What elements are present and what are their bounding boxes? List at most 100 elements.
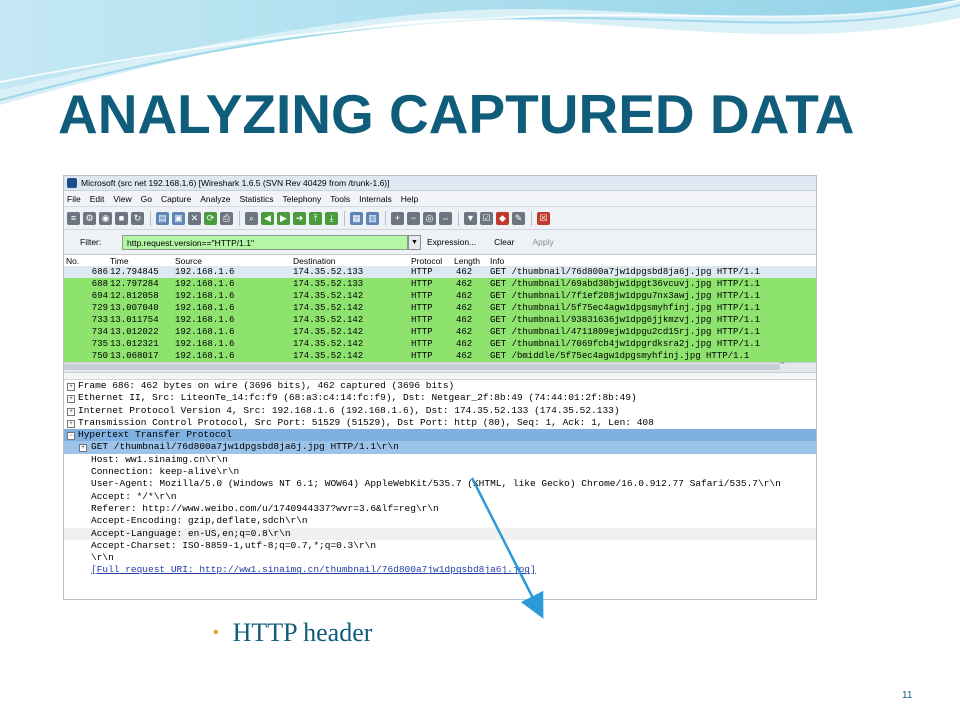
display-filters-icon[interactable]: ☑ — [480, 211, 493, 225]
menu-edit[interactable]: Edit — [90, 194, 105, 204]
filter-dropdown-icon[interactable]: ▼ — [408, 234, 421, 250]
detail-subitem[interactable]: Referer: http://www.weibo.com/u/17409443… — [64, 503, 816, 515]
packet-source: 192.168.1.6 — [175, 291, 235, 301]
detail-subitem[interactable]: + GET /thumbnail/76d800a7jw1dpgsbd8ja6j.j… — [64, 441, 816, 454]
clear-button[interactable]: Clear — [494, 237, 514, 247]
packet-info: GET /thumbnail/4711809ejw1dpgu2cd15rj.jp… — [490, 327, 761, 337]
go-back-icon[interactable]: ◀ — [261, 211, 274, 225]
detail-text: Connection: keep-alive\r\n — [91, 466, 240, 478]
expand-icon[interactable]: + — [67, 383, 75, 391]
scrollbar-thumb[interactable] — [64, 364, 780, 370]
menu-capture[interactable]: Capture — [161, 194, 191, 204]
display-filter-input[interactable]: http.request.version=="HTTP/1.1" — [122, 234, 408, 250]
packet-row[interactable]: 734 13.012022 192.168.1.6 174.35.52.142 HTTP… — [64, 326, 816, 338]
packet-list-hscrollbar[interactable]: ''' — [64, 361, 816, 373]
detail-subitem[interactable]: Connection: keep-alive\r\n — [64, 466, 816, 478]
packet-destination: 174.35.52.142 — [293, 303, 364, 313]
scrollbar-grip-icon: ''' — [780, 361, 785, 370]
packet-row[interactable]: 688 12.797284 192.168.1.6 174.35.52.133 HTTP… — [64, 278, 816, 290]
menu-view[interactable]: View — [113, 194, 131, 204]
resize-columns-icon[interactable]: ⇔ — [439, 211, 452, 225]
go-first-icon[interactable]: ⤒ — [309, 211, 322, 225]
packet-destination: 174.35.52.133 — [293, 267, 364, 277]
restart-capture-icon[interactable]: ↻ — [131, 211, 144, 225]
packet-details-tree: + Frame 686: 462 bytes on wire (3696 bits… — [64, 380, 816, 577]
packet-row[interactable]: 686 12.794845 192.168.1.6 174.35.52.133 HTTP… — [64, 266, 816, 278]
detail-subitem[interactable]: Accept: */*\r\n — [64, 491, 816, 503]
detail-subitem[interactable]: User-Agent: Mozilla/5.0 (Windows NT 6.1;… — [64, 478, 816, 490]
detail-subitem[interactable]: Accept-Language: en-US,en;q=0.8\r\n — [64, 527, 816, 540]
detail-subitem[interactable]: [Full request URI: http://ww1.sinaimg.cn… — [64, 564, 816, 576]
capture-filters-icon[interactable]: ▼ — [464, 211, 477, 225]
menu-file[interactable]: File — [67, 194, 81, 204]
menu-telephony[interactable]: Telephony — [283, 194, 322, 204]
packet-row[interactable]: 733 13.011754 192.168.1.6 174.35.52.142 HTTP… — [64, 314, 816, 326]
expand-icon[interactable]: + — [67, 395, 75, 404]
zoom-normal-icon[interactable]: ◎ — [423, 211, 436, 225]
menu-statistics[interactable]: Statistics — [239, 194, 273, 204]
reload-icon[interactable]: ⟳ — [204, 211, 217, 225]
find-packet-icon[interactable]: ⌕ — [245, 211, 258, 225]
expand-icon[interactable]: + — [67, 419, 75, 428]
capture-options-icon[interactable]: ⚙ — [83, 211, 96, 225]
packet-length: 462 — [456, 315, 473, 325]
packet-row[interactable]: 750 13.068017 192.168.1.6 174.35.52.142 HTTP… — [64, 350, 816, 362]
menu-tools[interactable]: Tools — [330, 194, 350, 204]
colorize-icon[interactable]: ▦ — [350, 211, 363, 225]
expression-button[interactable]: Expression... — [427, 237, 476, 247]
auto-scroll-icon[interactable]: ▥ — [366, 211, 379, 225]
detail-subitem[interactable]: Accept-Encoding: gzip,deflate,sdch\r\n — [64, 515, 816, 527]
help-icon[interactable]: ☒ — [537, 211, 550, 225]
go-to-packet-icon[interactable]: ➜ — [293, 211, 306, 225]
packet-source: 192.168.1.6 — [175, 303, 235, 313]
packet-row[interactable]: 694 12.812058 192.168.1.6 174.35.52.142 HTTP… — [64, 290, 816, 302]
collapse-icon[interactable]: − — [67, 432, 75, 441]
zoom-out-icon[interactable]: − — [407, 211, 420, 225]
detail-item[interactable]: + Frame 686: 462 bytes on wire (3696 bits… — [64, 380, 816, 392]
detail-item[interactable]: + Ethernet II, Src: LiteonTe_14:fc:f9 (68… — [64, 392, 816, 404]
packet-protocol: HTTP — [411, 339, 433, 349]
detail-text: Internet Protocol Version 4, Src: 192.16… — [78, 404, 620, 416]
apply-button[interactable]: Apply — [532, 237, 553, 247]
packet-destination: 174.35.52.142 — [293, 351, 364, 361]
close-file-icon[interactable]: ✕ — [188, 211, 201, 225]
packet-length: 462 — [456, 303, 473, 313]
menu-go[interactable]: Go — [141, 194, 152, 204]
packet-row[interactable]: 729 13.007040 192.168.1.6 174.35.52.142 HTTP… — [64, 302, 816, 314]
preferences-icon[interactable]: ✎ — [512, 211, 525, 225]
start-capture-icon[interactable]: ◉ — [99, 211, 112, 225]
wireshark-app-icon — [67, 178, 77, 188]
detail-subitem[interactable]: \r\n — [64, 552, 816, 564]
detail-text[interactable]: [Full request URI: http://ww1.sinaimg.cn… — [91, 564, 536, 575]
open-file-icon[interactable]: ▤ — [156, 211, 169, 225]
packet-info: GET /thumbnail/93831636jw1dpg6jjkmzvj.jp… — [490, 315, 761, 325]
menu-analyze[interactable]: Analyze — [200, 194, 230, 204]
packet-destination: 174.35.52.142 — [293, 315, 364, 325]
expand-icon[interactable]: + — [67, 407, 75, 416]
detail-item[interactable]: + Internet Protocol Version 4, Src: 192.1… — [64, 405, 816, 417]
detail-item[interactable]: − Hypertext Transfer Protocol — [64, 429, 816, 442]
go-forward-icon[interactable]: ▶ — [277, 211, 290, 225]
pane-splitter[interactable] — [64, 373, 816, 380]
coloring-rules-icon[interactable]: ◆ — [496, 211, 509, 225]
detail-subitem[interactable]: Accept-Charset: ISO-8859-1,utf-8;q=0.7,*… — [64, 540, 816, 552]
detail-text: Ethernet II, Src: LiteonTe_14:fc:f9 (68:… — [78, 392, 637, 404]
expand-icon[interactable]: + — [79, 444, 87, 453]
stop-capture-icon[interactable]: ■ — [115, 211, 128, 225]
save-file-icon[interactable]: ▣ — [172, 211, 185, 225]
packet-no: 750 — [91, 351, 108, 361]
zoom-in-icon[interactable]: + — [391, 211, 404, 225]
packet-time: 13.012022 — [110, 327, 159, 337]
packet-info: GET /thumbnail/7f1ef208jw1dpgu7nx3awj.jp… — [490, 291, 761, 301]
detail-subitem[interactable]: Host: ww1.sinaimg.cn\r\n — [64, 454, 816, 466]
go-last-icon[interactable]: ⤓ — [325, 211, 338, 225]
packet-row[interactable]: 735 13.012321 192.168.1.6 174.35.52.142 HTTP… — [64, 338, 816, 350]
menu-help[interactable]: Help — [401, 194, 418, 204]
packet-source: 192.168.1.6 — [175, 315, 235, 325]
interface-list-icon[interactable]: ≡ — [67, 211, 80, 225]
packet-no: 729 — [91, 303, 108, 313]
menu-internals[interactable]: Internals — [359, 194, 392, 204]
detail-item[interactable]: + Transmission Control Protocol, Src Port… — [64, 417, 816, 429]
bullet-dot-icon: • — [213, 624, 219, 641]
print-icon[interactable]: ⎙ — [220, 211, 233, 225]
